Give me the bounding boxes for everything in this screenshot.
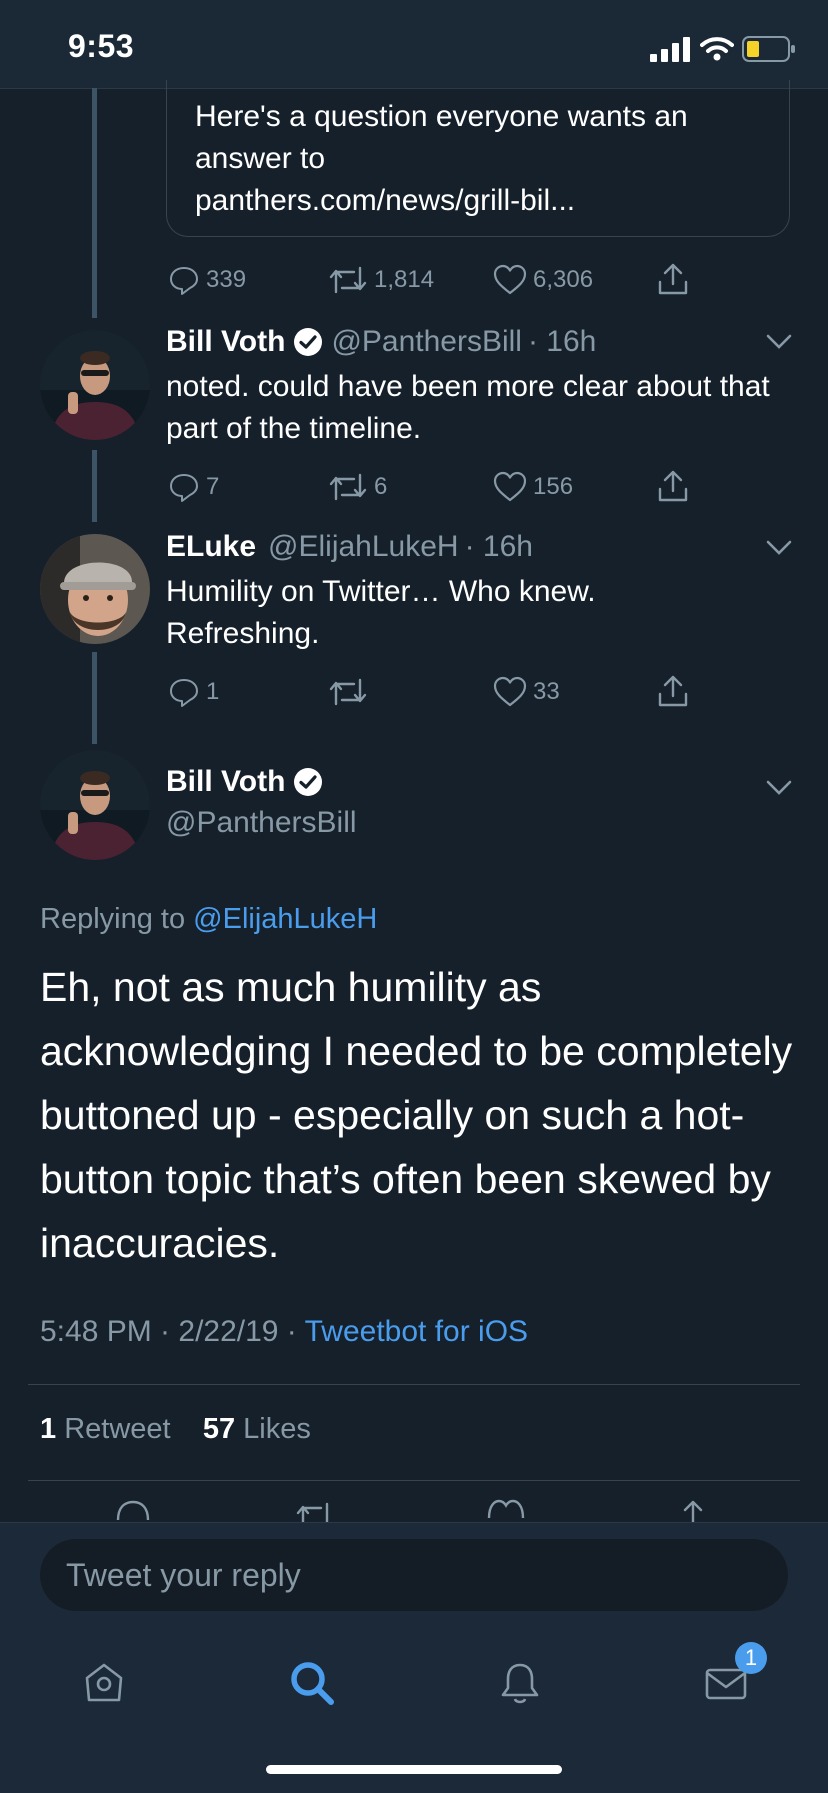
like-stat-label: Likes: [243, 1413, 311, 1445]
share-action[interactable]: [656, 262, 690, 296]
like-count: 6,306: [533, 266, 594, 293]
author-name[interactable]: ELuke: [166, 530, 256, 564]
reply-count: 7: [206, 473, 220, 500]
status-bar: 9:53: [0, 0, 828, 89]
retweet-icon[interactable]: [295, 1500, 337, 1524]
likes-stat[interactable]: 57 Likes: [203, 1413, 311, 1445]
tweet-header: Bill Voth @PanthersBill · 16h: [166, 325, 596, 359]
author-name[interactable]: Bill Voth: [166, 325, 285, 359]
reply-input[interactable]: [40, 1539, 788, 1611]
author-name[interactable]: Bill Voth: [166, 765, 285, 799]
author-handle[interactable]: @PanthersBill: [331, 325, 522, 359]
retweets-stat[interactable]: 1 Retweet: [40, 1413, 171, 1445]
home-indicator: [266, 1765, 562, 1774]
tweet-header: ELuke @ElijahLukeH · 16h: [166, 530, 533, 564]
verified-badge-icon: [294, 768, 323, 796]
retweet-count: 1,814: [374, 266, 435, 293]
reply-icon[interactable]: [114, 1498, 152, 1524]
home-icon: [85, 1663, 123, 1702]
quoted-tweet-body: Here's a question everyone wants an answ…: [195, 100, 688, 175]
retweet-action[interactable]: [328, 676, 374, 708]
chevron-down-icon[interactable]: [766, 334, 792, 350]
search-icon: [291, 1662, 334, 1705]
signal-icon: [650, 37, 690, 62]
share-icon: [658, 470, 688, 502]
avatar[interactable]: [40, 330, 150, 440]
verified-badge-icon: [294, 328, 323, 356]
main-tweet-text: Eh, not as much humility as acknowledgin…: [40, 964, 793, 1266]
reply-icon: [170, 267, 198, 295]
divider: [28, 1480, 800, 1481]
tab-search[interactable]: [282, 1653, 342, 1713]
avatar[interactable]: [40, 750, 150, 860]
reply-action[interactable]: 339: [168, 264, 246, 296]
status-time: 9:53: [68, 28, 135, 64]
author-handle[interactable]: @ElijahLukeH: [268, 530, 459, 564]
retweet-icon: [329, 678, 367, 706]
tab-notifications[interactable]: [490, 1653, 550, 1713]
thread-line: [92, 652, 97, 744]
like-action[interactable]: 156: [493, 471, 573, 503]
tweet-time: · 16h: [527, 325, 597, 358]
retweet-total: 1: [40, 1413, 57, 1445]
like-count: 33: [533, 678, 560, 705]
tweet-text: noted. could have been more clear about …: [166, 370, 770, 445]
tweet-time: · 16h: [464, 530, 533, 563]
tweet-stats: 1 Retweet 57 Likes: [40, 1413, 311, 1446]
replying-to-handle[interactable]: @ElijahLukeH: [193, 903, 377, 935]
retweet-count: 6: [374, 473, 388, 500]
quoted-tweet-card[interactable]: Here's a question everyone wants an answ…: [166, 80, 790, 237]
reply-action[interactable]: 7: [168, 471, 219, 503]
notifications-icon: [501, 1663, 539, 1704]
heart-icon: [493, 264, 527, 295]
retweet-icon: [329, 473, 367, 501]
heart-icon: [493, 676, 527, 707]
tab-home[interactable]: [74, 1653, 134, 1713]
bottom-bar: 1: [0, 1522, 828, 1793]
avatar[interactable]: [40, 534, 150, 644]
tweet-timestamp: 5:48 PM · 2/22/19 ·: [40, 1315, 297, 1348]
like-action[interactable]: 33: [493, 676, 560, 708]
chevron-down-icon[interactable]: [766, 540, 792, 556]
reply-action[interactable]: 1: [168, 676, 219, 708]
wifi-icon: [700, 37, 734, 61]
share-action[interactable]: [656, 469, 690, 503]
main-tweet-header: Bill Voth: [166, 765, 323, 799]
like-total: 57: [202, 1413, 236, 1445]
thread-line: [92, 450, 97, 522]
retweet-action[interactable]: 1,814: [328, 264, 434, 296]
share-icon[interactable]: [675, 1498, 711, 1524]
reply-icon: [170, 474, 198, 502]
share-action[interactable]: [656, 674, 690, 708]
chevron-down-icon[interactable]: [766, 780, 792, 796]
heart-icon: [493, 471, 527, 502]
reply-count: 1: [206, 678, 220, 705]
replying-to-label: Replying to: [40, 903, 186, 935]
quoted-tweet-link[interactable]: panthers.com/news/grill-bil...: [195, 184, 575, 217]
tweet-client-link[interactable]: Tweetbot for iOS: [305, 1315, 528, 1348]
like-action[interactable]: 6,306: [493, 264, 593, 296]
share-icon: [658, 263, 688, 295]
author-handle[interactable]: @PanthersBill: [166, 802, 357, 844]
tweet-meta: 5:48 PM · 2/22/19 · Tweetbot for iOS: [40, 1315, 528, 1349]
heart-icon[interactable]: [487, 1498, 525, 1524]
replying-to: Replying to @ElijahLukeH: [40, 903, 377, 936]
tweet-text: Humility on Twitter… Who knew. Refreshin…: [166, 575, 596, 650]
share-icon: [658, 675, 688, 707]
like-count: 156: [533, 473, 574, 500]
reply-icon: [170, 679, 198, 707]
thread-line: [92, 88, 97, 318]
messages-badge: 1: [735, 1642, 767, 1674]
divider: [28, 1384, 800, 1385]
battery-icon: [742, 36, 795, 62]
retweet-action[interactable]: 6: [328, 471, 387, 503]
retweet-icon: [329, 266, 367, 294]
quoted-tweet-text: Here's a question everyone wants an answ…: [195, 96, 775, 222]
reply-count: 339: [206, 266, 247, 293]
retweet-stat-label: Retweet: [64, 1413, 171, 1445]
